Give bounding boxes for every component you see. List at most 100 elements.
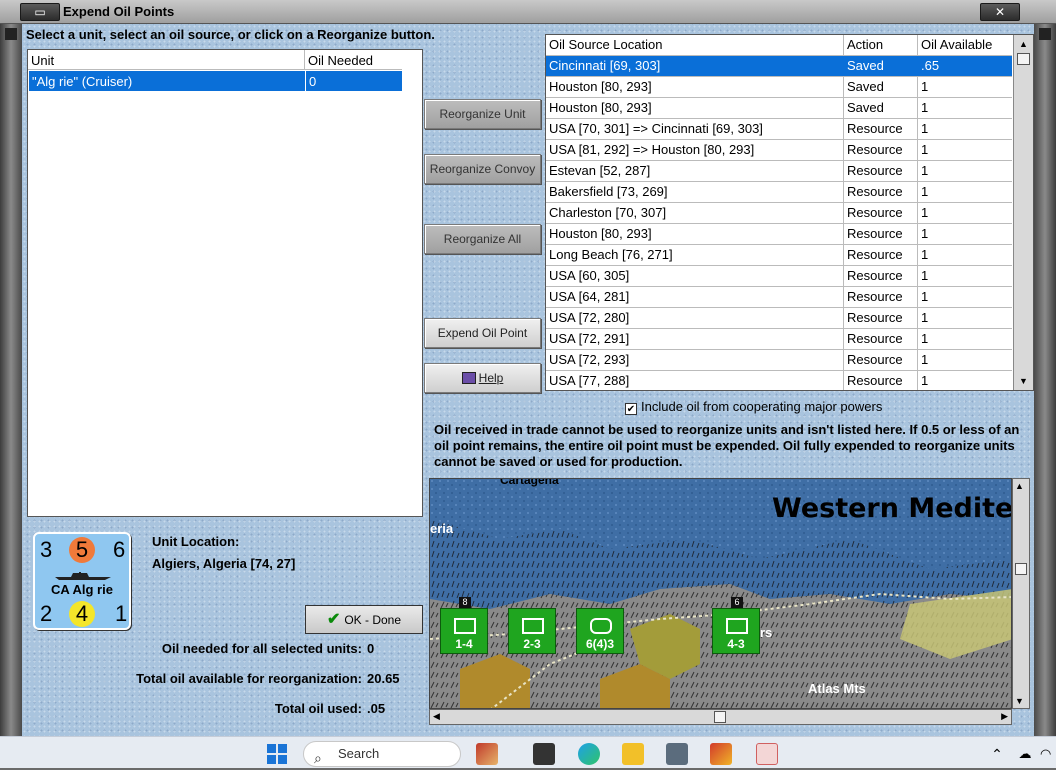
col-unit[interactable]: Unit	[28, 50, 305, 69]
stack-count: 6	[731, 597, 743, 608]
counter-name: CA Alg rie	[51, 582, 113, 597]
counter-strength: 4-3	[727, 637, 745, 651]
cloud-off-icon[interactable]: ☁	[1014, 743, 1036, 765]
include-oil-option[interactable]: ✔ Include oil from cooperating major powe…	[625, 399, 882, 415]
file-explorer-icon[interactable]	[622, 743, 644, 765]
scroll-down-icon[interactable]: ▼	[1016, 374, 1031, 388]
oil-source-row[interactable]: USA [81, 292] => Houston [80, 293] Resour…	[546, 140, 1012, 161]
oil-source-row[interactable]: Houston [80, 293] Resource 1	[546, 224, 1012, 245]
oil-source-location: Estevan [52, 287]	[546, 161, 844, 181]
chevron-up-icon[interactable]: ⌃	[986, 743, 1008, 765]
map-vertical-scrollbar[interactable]: ▲ ▼	[1012, 478, 1030, 709]
oil-source-row[interactable]: USA [72, 293] Resource 1	[546, 350, 1012, 371]
task-view-icon[interactable]	[533, 743, 555, 765]
col-oil-available[interactable]: Oil Available	[918, 35, 1012, 55]
oil-action: Resource	[844, 350, 918, 370]
map-counter-2[interactable]: 2-3	[508, 608, 556, 654]
oil-source-location: Houston [80, 293]	[546, 77, 844, 97]
oil-action: Resource	[844, 119, 918, 139]
left-frame	[0, 24, 22, 736]
oil-source-row[interactable]: USA [64, 281] Resource 1	[546, 287, 1012, 308]
wifi-icon[interactable]: ◠	[1040, 743, 1056, 765]
oil-source-location: Charleston [70, 307]	[546, 203, 844, 223]
oil-available: 1	[921, 226, 929, 241]
scroll-right-icon[interactable]: ▶	[1001, 711, 1008, 722]
oil-source-row[interactable]: Estevan [52, 287] Resource 1	[546, 161, 1012, 182]
map-region-title: Western Mediter	[772, 493, 1012, 524]
total-oil-used-label: Total oil used:	[274, 701, 362, 716]
unit-oil-needed: 0	[309, 74, 317, 89]
reorganize-convoy-button[interactable]: Reorganize Convoy	[424, 154, 541, 184]
oil-source-row[interactable]: USA [70, 301] => Cincinnati [69, 303] Res…	[546, 119, 1012, 140]
oil-notice: Oil received in trade cannot be used to …	[434, 422, 1020, 469]
help-button[interactable]: Help	[424, 363, 541, 393]
oil-available: 1	[921, 184, 929, 199]
total-oil-available-value: 20.65	[367, 671, 400, 686]
scroll-up-icon[interactable]: ▲	[1015, 481, 1024, 491]
oil-source-row[interactable]: USA [72, 291] Resource 1	[546, 329, 1012, 350]
game-app-icon[interactable]	[710, 743, 732, 765]
oil-source-row[interactable]: Cincinnati [69, 303] Saved .65	[546, 56, 1012, 77]
map-counter-3[interactable]: 6(4)3	[576, 608, 624, 654]
expend-oil-point-button[interactable]: Expend Oil Point	[424, 318, 541, 348]
oil-available: 1	[921, 163, 929, 178]
search-label: Search	[338, 746, 380, 761]
books-app-icon[interactable]	[476, 743, 498, 765]
oil-action: Resource	[844, 203, 918, 223]
oil-needed-label: Oil needed for all selected units:	[161, 641, 362, 656]
counter-bottom-mid: 4	[69, 601, 95, 627]
scroll-down-icon[interactable]: ▼	[1015, 696, 1024, 706]
scroll-thumb[interactable]	[1015, 563, 1027, 575]
map-horizontal-scrollbar[interactable]: ◀ ▶	[429, 709, 1012, 725]
title-bar: ▭ Expend Oil Points ✕	[0, 0, 1056, 24]
oil-source-row[interactable]: Houston [80, 293] Saved 1	[546, 77, 1012, 98]
windows-start-icon[interactable]	[266, 743, 288, 765]
oil-available: 1	[921, 289, 929, 304]
oil-source-location: USA [72, 293]	[546, 350, 844, 370]
map-view[interactable]: Western Mediter Cartagena eria rs Atlas …	[429, 478, 1012, 709]
snipping-tool-icon[interactable]	[756, 743, 778, 765]
include-oil-checkbox[interactable]: ✔	[625, 403, 637, 415]
oil-available: 1	[921, 247, 929, 262]
map-counter-4[interactable]: 6 4-3	[712, 597, 760, 654]
oil-source-row[interactable]: Charleston [70, 307] Resource 1	[546, 203, 1012, 224]
oil-available: 1	[921, 331, 929, 346]
oil-source-table[interactable]: Oil Source Location Action Oil Available…	[545, 34, 1034, 391]
scroll-up-icon[interactable]: ▲	[1016, 37, 1031, 51]
oil-table-scrollbar[interactable]: ▲ ▼	[1013, 35, 1033, 390]
oil-source-row[interactable]: Houston [80, 293] Saved 1	[546, 98, 1012, 119]
oil-action: Saved	[844, 98, 918, 118]
edge-browser-icon[interactable]	[578, 743, 600, 765]
oil-action: Resource	[844, 245, 918, 265]
instructions: Select a unit, select an oil source, or …	[26, 27, 435, 42]
infantry-icon	[522, 618, 544, 634]
oil-source-row[interactable]: USA [72, 280] Resource 1	[546, 308, 1012, 329]
ok-done-button[interactable]: ✔ OK - Done	[305, 605, 423, 634]
map-counter-1[interactable]: 8 1-4	[440, 597, 488, 654]
oil-source-row[interactable]: Long Beach [76, 271] Resource 1	[546, 245, 1012, 266]
oil-source-row[interactable]: USA [77, 288] Resource 1	[546, 371, 1012, 390]
col-oil-source-location[interactable]: Oil Source Location	[546, 35, 844, 55]
close-button[interactable]: ✕	[980, 3, 1020, 21]
units-list[interactable]: Unit Oil Needed "Alg rie" (Cruiser) 0	[27, 49, 423, 517]
units-header: Unit Oil Needed	[28, 50, 402, 70]
oil-source-row[interactable]: Bakersfield [73, 269] Resource 1	[546, 182, 1012, 203]
col-action[interactable]: Action	[844, 35, 918, 55]
counter-strength: 1-4	[455, 637, 473, 651]
restore-button[interactable]: ▭	[20, 3, 60, 21]
oil-source-row[interactable]: USA [60, 305] Resource 1	[546, 266, 1012, 287]
counter-strength: 6(4)3	[585, 637, 614, 651]
scroll-thumb[interactable]	[1017, 53, 1030, 65]
calculator-icon[interactable]	[666, 743, 688, 765]
counter-top-left: 3	[40, 537, 53, 562]
oil-needed-value: 0	[367, 641, 375, 656]
cruiser-icon	[55, 572, 111, 580]
scroll-left-icon[interactable]: ◀	[433, 711, 440, 722]
oil-source-location: USA [77, 288]	[546, 371, 844, 390]
col-oil-needed[interactable]: Oil Needed	[305, 50, 401, 69]
reorganize-all-button[interactable]: Reorganize All	[424, 224, 541, 254]
reorganize-unit-button[interactable]: Reorganize Unit	[424, 99, 541, 129]
scroll-thumb[interactable]	[714, 711, 726, 723]
unit-row[interactable]: "Alg rie" (Cruiser) 0	[29, 71, 402, 91]
taskbar-search[interactable]: ⌕ Search	[303, 741, 461, 767]
